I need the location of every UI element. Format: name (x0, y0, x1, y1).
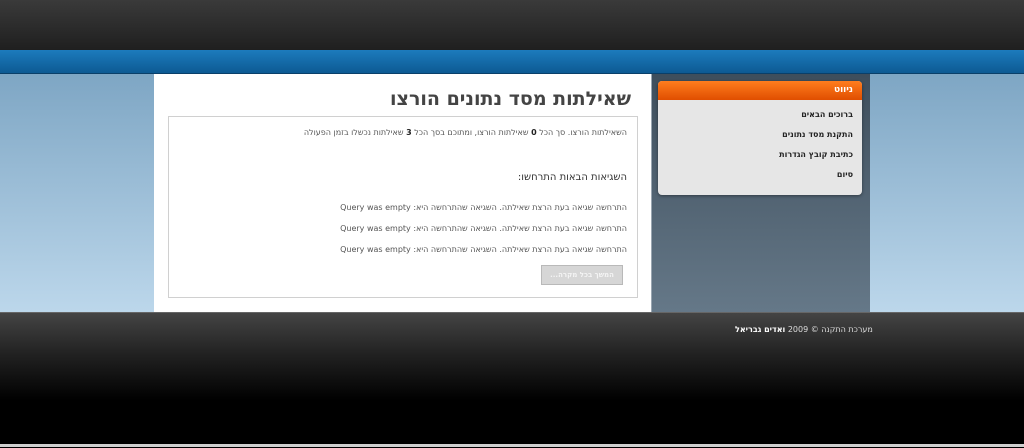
total-queries-count: 0 (531, 128, 537, 137)
navigation-title: ניווט (658, 81, 862, 100)
summary-middle: שאילתות הורצו, ומתוכם בסך הכל (414, 128, 529, 137)
query-summary: השאילתות הורצו. סך הכל 0 שאילתות הורצו, … (304, 128, 627, 137)
error-prefix: התרחשה שגיאה בעת הרצת שאילתה. השגיאה שהת… (413, 245, 627, 254)
nav-item-welcome[interactable]: ברוכים הבאים (658, 105, 862, 125)
footer-author: ואדים גבריאל (735, 325, 786, 334)
continue-anyway-button[interactable]: המשך בכל מקרה... (541, 265, 623, 285)
nav-item-finish[interactable]: סיום (658, 165, 862, 185)
failed-queries-count: 3 (406, 128, 412, 137)
nav-item-write-config[interactable]: כתיבת קובץ הגדרות (658, 145, 862, 165)
content-box: השאילתות הורצו. סך הכל 0 שאילתות הורצו, … (168, 116, 638, 298)
error-line: התרחשה שגיאה בעת הרצת שאילתה. השגיאה שהת… (340, 224, 627, 233)
nav-item-database-install[interactable]: התקנת מסד נתונים (658, 125, 862, 145)
footer-system-text: מערכת התקנה © 2009 (787, 325, 873, 334)
errors-heading: השגיאות הבאות התרחשו: (517, 172, 627, 183)
error-line: התרחשה שגיאה בעת הרצת שאילתה. השגיאה שהת… (340, 245, 627, 254)
main-content: שאילתות מסד נתונים הורצו השאילתות הורצו.… (154, 74, 652, 312)
background-right (870, 74, 1024, 312)
blue-accent-bar (0, 50, 1024, 74)
top-header-bar (0, 0, 1024, 50)
error-message: Query was empty (340, 245, 411, 254)
page-title: שאילתות מסד נתונים הורצו (390, 88, 631, 110)
footer-copyright: מערכת התקנה © 2009 ואדים גבריאל (735, 325, 873, 334)
error-message: Query was empty (340, 203, 411, 212)
navigation-list: ברוכים הבאים התקנת מסד נתונים כתיבת קובץ… (658, 105, 862, 185)
error-line: התרחשה שגיאה בעת הרצת שאילתה. השגיאה שהת… (340, 203, 627, 212)
error-message: Query was empty (340, 224, 411, 233)
navigation-panel: ניווט ברוכים הבאים התקנת מסד נתונים כתיב… (658, 81, 862, 195)
summary-prefix: השאילתות הורצו. סך הכל (539, 128, 627, 137)
error-prefix: התרחשה שגיאה בעת הרצת שאילתה. השגיאה שהת… (413, 203, 627, 212)
background-left (0, 74, 154, 312)
sidebar: ניווט ברוכים הבאים התקנת מסד נתונים כתיב… (652, 74, 870, 312)
footer: מערכת התקנה © 2009 ואדים גבריאל (0, 312, 1024, 448)
summary-suffix: שאילתות נכשלו בזמן הפעולה (303, 128, 404, 137)
error-prefix: התרחשה שגיאה בעת הרצת שאילתה. השגיאה שהת… (413, 224, 627, 233)
